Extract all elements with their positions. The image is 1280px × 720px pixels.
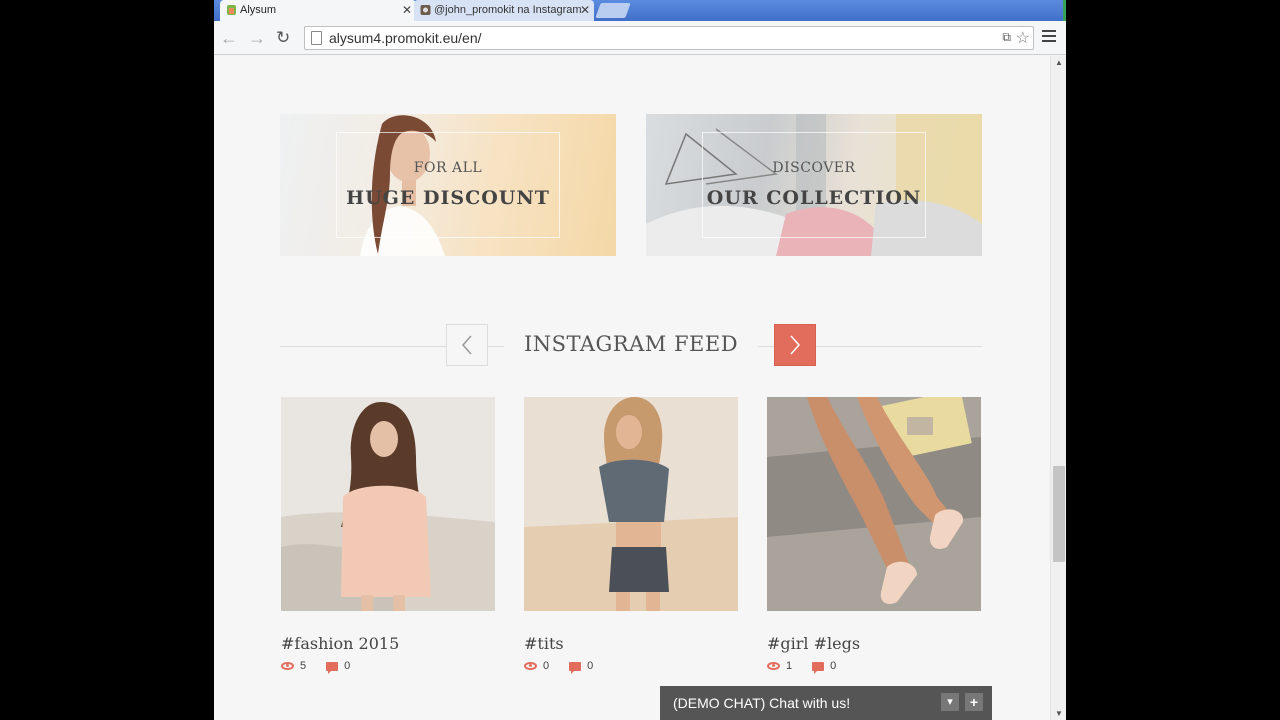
banner-our-collection[interactable]: DISCOVER OUR COLLECTION bbox=[646, 114, 982, 256]
instagram-caption[interactable]: #fashion 2015 bbox=[281, 634, 495, 653]
instagram-item[interactable]: #tits 0 0 bbox=[524, 397, 738, 674]
views-stat: 5 bbox=[281, 660, 306, 672]
comment-icon bbox=[812, 661, 825, 674]
eye-icon bbox=[524, 662, 537, 670]
page-scrollbar[interactable]: ▲ ▼ bbox=[1050, 56, 1066, 720]
chevron-down-icon[interactable]: ▾ bbox=[941, 693, 959, 711]
plus-icon[interactable]: + bbox=[965, 693, 983, 711]
tab-close-icon[interactable]: ✕ bbox=[402, 0, 412, 21]
address-bar[interactable]: alysum4.promokit.eu/en/ ⧉ ☆ bbox=[304, 26, 1034, 50]
page-icon bbox=[311, 31, 322, 45]
banner-frame bbox=[336, 132, 560, 238]
instagram-prev-button[interactable] bbox=[446, 324, 488, 366]
reload-icon[interactable]: ↻ bbox=[276, 27, 290, 49]
hamburger-menu-icon[interactable] bbox=[1042, 30, 1056, 45]
instagram-caption[interactable]: #girl #legs bbox=[767, 634, 981, 653]
instagram-item[interactable]: #girl #legs 1 0 bbox=[767, 389, 981, 674]
comments-stat: 0 bbox=[326, 660, 351, 674]
instagram-favicon-icon bbox=[420, 5, 431, 15]
instagram-photo[interactable] bbox=[524, 397, 738, 611]
tab-close-icon[interactable]: ✕ bbox=[580, 0, 590, 21]
comment-icon bbox=[569, 661, 582, 674]
instagram-photo[interactable] bbox=[767, 389, 981, 611]
window-edge bbox=[1063, 0, 1066, 21]
forward-arrow-icon[interactable]: → bbox=[248, 27, 266, 49]
page-viewport: FOR ALL HUGE DISCOUNT DISCOVER OUR COLLE… bbox=[214, 56, 1050, 720]
tab-strip: Alysum ✕ @john_promokit na Instagram ✕ bbox=[214, 0, 1066, 21]
views-stat: 0 bbox=[524, 660, 549, 672]
banner-headline: HUGE DISCOUNT bbox=[346, 187, 550, 209]
views-count: 1 bbox=[786, 660, 793, 672]
instagram-item[interactable]: #fashion 2015 5 0 bbox=[281, 397, 495, 674]
instagram-caption[interactable]: #tits bbox=[524, 634, 738, 653]
instagram-stats: 0 0 bbox=[524, 660, 738, 674]
views-count: 0 bbox=[543, 660, 550, 672]
eye-icon bbox=[767, 662, 780, 670]
comment-icon bbox=[326, 661, 339, 674]
instagram-stats: 5 0 bbox=[281, 660, 495, 674]
new-tab-button[interactable] bbox=[595, 3, 631, 18]
comments-count: 0 bbox=[830, 660, 837, 672]
url-text[interactable]: alysum4.promokit.eu/en/ bbox=[329, 30, 482, 46]
scroll-thumb[interactable] bbox=[1053, 466, 1065, 562]
tab-instagram[interactable]: @john_promokit na Instagram ✕ bbox=[414, 0, 594, 21]
banner-headline: OUR COLLECTION bbox=[706, 187, 922, 209]
chat-widget[interactable]: (DEMO CHAT) Chat with us! ▾ + bbox=[660, 686, 992, 720]
comments-count: 0 bbox=[587, 660, 594, 672]
browser-toolbar: ← → ↻ alysum4.promokit.eu/en/ ⧉ ☆ bbox=[214, 21, 1066, 55]
instagram-next-button[interactable] bbox=[774, 324, 816, 366]
banner-kicker: FOR ALL bbox=[413, 160, 483, 176]
browser-window: Alysum ✕ @john_promokit na Instagram ✕ ←… bbox=[214, 0, 1066, 720]
chevron-left-icon bbox=[461, 335, 472, 355]
tab-label: Alysum bbox=[240, 4, 277, 16]
instagram-stats: 1 0 bbox=[767, 660, 981, 674]
comments-count: 0 bbox=[344, 660, 351, 672]
alysum-favicon-icon bbox=[227, 5, 236, 15]
back-arrow-icon[interactable]: ← bbox=[220, 27, 238, 49]
scroll-up-icon[interactable]: ▲ bbox=[1055, 58, 1063, 67]
instagram-feed-title: INSTAGRAM FEED bbox=[504, 332, 758, 356]
eye-icon bbox=[281, 662, 294, 670]
bookmark-star-icon[interactable]: ☆ bbox=[1016, 28, 1030, 48]
scroll-down-icon[interactable]: ▼ bbox=[1055, 709, 1063, 718]
translate-icon[interactable]: ⧉ bbox=[1002, 30, 1011, 45]
tab-alysum[interactable]: Alysum ✕ bbox=[220, 0, 416, 21]
banner-huge-discount[interactable]: FOR ALL HUGE DISCOUNT bbox=[280, 114, 616, 256]
chat-label[interactable]: (DEMO CHAT) Chat with us! bbox=[673, 695, 850, 711]
comments-stat: 0 bbox=[569, 660, 594, 674]
banner-kicker: DISCOVER bbox=[772, 160, 856, 176]
instagram-photo[interactable] bbox=[281, 397, 495, 611]
views-stat: 1 bbox=[767, 660, 792, 672]
banner-frame bbox=[702, 132, 926, 238]
tab-label: @john_promokit na Instagram bbox=[434, 4, 582, 16]
comments-stat: 0 bbox=[812, 660, 837, 674]
chevron-right-icon bbox=[790, 335, 801, 355]
views-count: 5 bbox=[300, 660, 307, 672]
